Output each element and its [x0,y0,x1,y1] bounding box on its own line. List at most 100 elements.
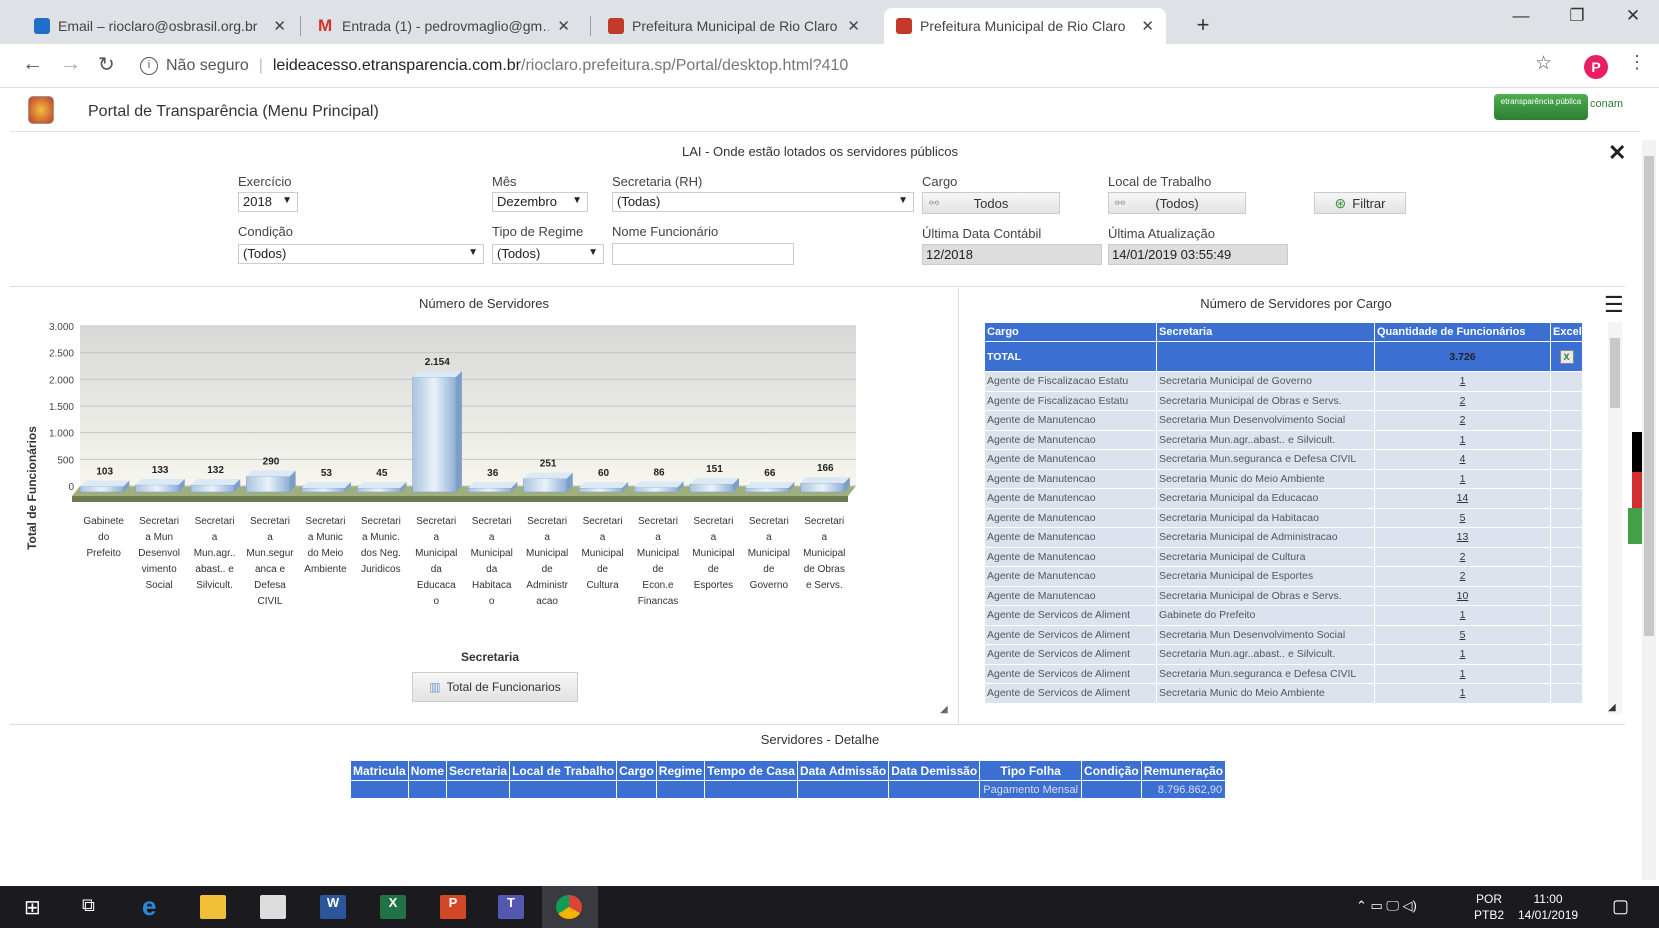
bar[interactable] [79,486,124,493]
new-tab-button[interactable]: + [1188,12,1218,38]
grid-header[interactable]: Excel [1550,322,1582,342]
close-tab-icon[interactable]: ✕ [557,17,570,35]
quantidade-link[interactable]: 1 [1374,605,1551,626]
excel-export-icon[interactable]: X [1550,341,1582,372]
tray-icons[interactable]: ⌃ ▭ 🖵 ◁) [1356,898,1417,914]
quantidade-link[interactable]: 2 [1374,566,1551,587]
powerpoint-icon[interactable]: P [440,895,466,919]
profile-avatar[interactable]: P [1584,55,1608,79]
grid-header[interactable]: Cargo [984,322,1157,342]
grid-scrollbar[interactable] [1608,322,1622,714]
quantidade-link[interactable]: 2 [1374,390,1551,411]
quantidade-link[interactable]: 1 [1374,644,1551,665]
close-window-button[interactable]: ✕ [1618,6,1648,26]
nome-input[interactable] [612,243,794,265]
condicao-select[interactable]: (Todos) ▼ [238,244,484,264]
close-tab-icon[interactable]: ✕ [847,17,860,35]
grid-header[interactable]: Quantidade de Funcionários [1374,322,1551,342]
store-icon[interactable] [260,895,286,919]
back-icon[interactable]: ← [22,52,43,76]
detail-header[interactable]: Secretaria [446,760,511,781]
bar[interactable] [135,484,180,493]
bar[interactable] [246,476,290,493]
detail-header[interactable]: Data Admissão [796,760,890,781]
minimize-button[interactable]: — [1506,6,1536,26]
bar[interactable] [412,376,457,493]
hamburger-menu-icon[interactable]: ☰ [1604,292,1624,318]
bar[interactable] [744,487,789,493]
url-field[interactable]: i Não seguro | leideacesso.etransparenci… [140,50,1520,82]
bar[interactable] [467,487,512,493]
quantidade-link[interactable]: 14 [1374,488,1551,509]
word-icon[interactable]: W [320,895,346,919]
teams-icon[interactable]: T [498,895,524,919]
quantidade-link[interactable]: 1 [1374,663,1551,684]
menu-kebab-icon[interactable]: ⋮ [1628,52,1646,73]
restore-button[interactable]: ❐ [1562,6,1592,26]
detail-header[interactable]: Data Demissão [888,760,981,781]
detail-header[interactable]: Regime [655,760,706,781]
quantidade-link[interactable]: 2 [1374,546,1551,567]
quantidade-link[interactable]: 1 [1374,468,1551,489]
clock[interactable]: 11:00 14/01/2019 [1518,891,1578,923]
file-explorer-icon[interactable] [200,895,226,919]
quantidade-link[interactable]: 5 [1374,507,1551,528]
chrome-icon[interactable] [556,895,582,919]
total-funcionarios-button[interactable]: ▥ Total de Funcionarios [412,672,578,702]
resize-handle-icon[interactable]: ◢ [1608,702,1616,713]
task-view-icon[interactable]: ⧉ [82,895,108,919]
browser-tab[interactable]: M Entrada (1) - pedrovmaglio@gm… ✕ [306,8,582,44]
quantidade-link[interactable]: 1 [1374,683,1551,704]
info-icon[interactable]: i [140,57,158,75]
bar[interactable] [689,483,734,493]
close-tab-icon[interactable]: ✕ [273,17,286,35]
bar[interactable] [634,487,678,493]
forward-icon[interactable]: → [60,52,81,76]
detail-header[interactable]: Condição [1081,760,1142,781]
bar[interactable] [800,482,845,493]
cargo-button[interactable]: ⚯ Todos [922,192,1060,214]
reload-icon[interactable]: ↻ [98,52,115,77]
excel-icon[interactable]: X [380,895,406,919]
detail-header[interactable]: Local de Trabalho [509,760,618,781]
browser-tab-active[interactable]: Prefeitura Municipal de Rio Claro ✕ [884,8,1166,44]
filtrar-button[interactable]: ⊛ Filtrar [1314,192,1406,214]
quantidade-link[interactable]: 4 [1374,449,1551,470]
bar[interactable] [578,487,623,493]
detail-header[interactable]: Cargo [616,760,657,781]
bar[interactable] [356,487,401,493]
mes-select[interactable]: Dezembro ▼ [492,192,588,212]
bookmark-star-icon[interactable]: ☆ [1535,52,1552,75]
quantidade-link[interactable]: 10 [1374,585,1551,606]
secretaria-select[interactable]: (Todas) ▼ [612,192,914,212]
detail-header[interactable]: Remuneração [1140,760,1227,781]
quantidade-link[interactable]: 1 [1374,371,1551,392]
detail-header[interactable]: Matricula [350,760,409,781]
exercicio-select[interactable]: 2018 ▼ [238,192,298,212]
x-tick-label: Secretari [749,516,789,527]
page-scrollbar[interactable] [1642,140,1656,880]
close-panel-icon[interactable]: ✕ [1608,140,1626,166]
quantidade-link[interactable]: 2 [1374,410,1551,431]
quantidade-link[interactable]: 13 [1374,527,1551,548]
resize-handle-icon[interactable]: ◢ [940,704,948,715]
local-button[interactable]: ⚯ (Todos) [1108,192,1246,214]
regime-select[interactable]: (Todos) ▼ [492,244,604,264]
browser-tab[interactable]: Prefeitura Municipal de Rio Claro ✕ [596,8,872,44]
bar[interactable] [190,484,235,493]
notifications-icon[interactable]: ▢ [1612,896,1629,917]
quantidade-link[interactable]: 5 [1374,624,1551,645]
detail-header[interactable]: Nome [407,760,448,781]
bar[interactable] [301,487,346,493]
secretaria-cell: Secretaria Mun.seguranca e Defesa CIVIL [1156,663,1375,684]
detail-header[interactable]: Tempo de Casa [704,760,798,781]
browser-tab[interactable]: Email – rioclaro@osbrasil.org.br ✕ [22,8,298,44]
windows-start-icon[interactable]: ⊞ [24,895,50,919]
detail-header[interactable]: Tipo Folha [979,760,1083,781]
quantidade-link[interactable]: 1 [1374,429,1551,450]
close-tab-icon[interactable]: ✕ [1141,17,1154,35]
edge-icon[interactable]: e [142,893,168,919]
grid-header[interactable]: Secretaria [1156,322,1375,342]
language-indicator[interactable]: POR PTB2 [1474,891,1504,923]
bar[interactable] [523,478,568,493]
